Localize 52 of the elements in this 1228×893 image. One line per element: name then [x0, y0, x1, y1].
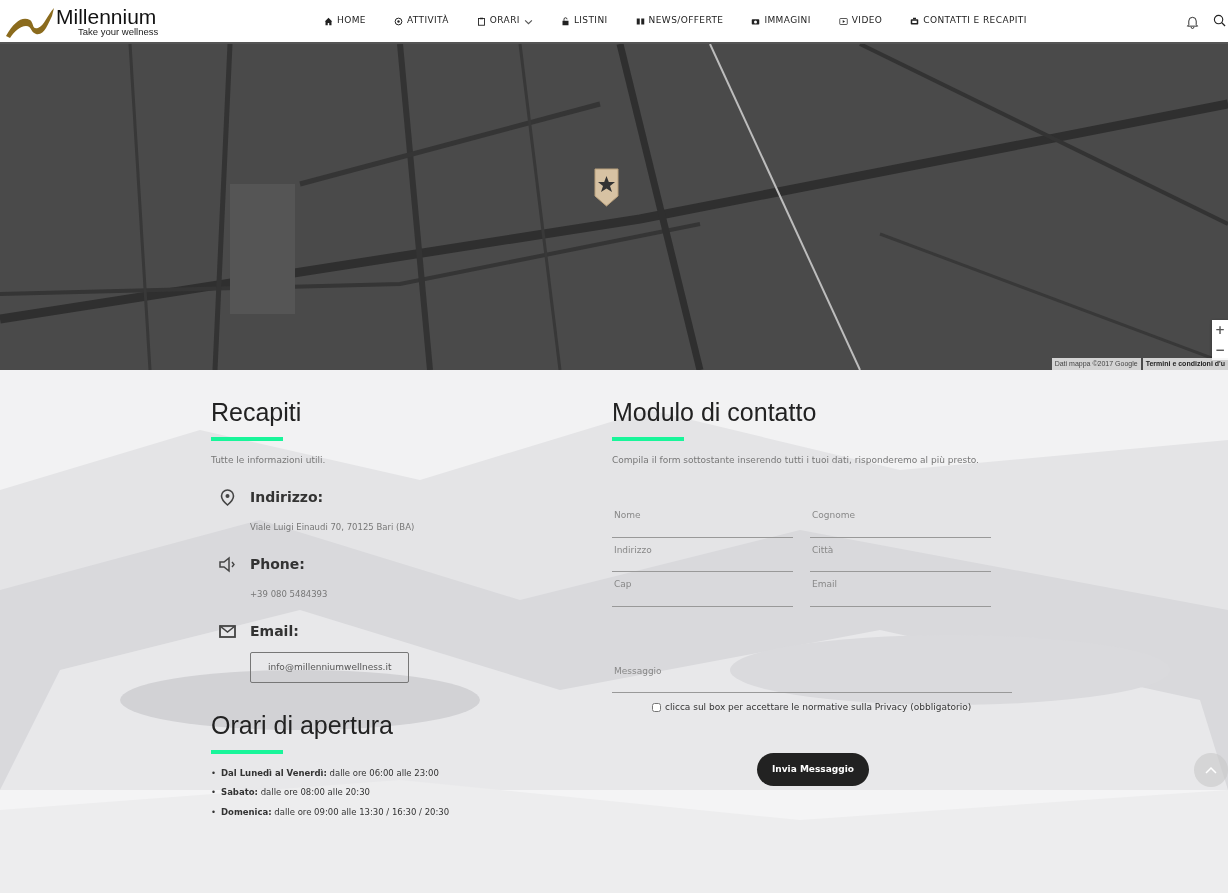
camera-icon — [751, 16, 761, 26]
nav-link[interactable]: CONTATTI E RECAPITI — [896, 14, 1041, 28]
contact-label: Phone: — [250, 554, 306, 574]
section-heading: Orari di apertura — [211, 710, 395, 741]
opening-hours-item: Sabato: dalle ore 08:00 alle 20:30 — [221, 786, 370, 799]
heading-underline — [211, 436, 283, 441]
contact-label: Email: — [250, 621, 300, 641]
nav-link[interactable]: NEWS/OFFERTE — [621, 14, 738, 28]
input-field[interactable]: Nome — [612, 503, 793, 538]
nav-link[interactable]: ATTIVITÀ — [379, 14, 463, 28]
email-button[interactable]: info@millenniumwellness.it — [250, 651, 410, 683]
logo-title: Millennium — [56, 5, 158, 27]
section-subtitle: Tutte le informazioni utili. — [211, 453, 327, 467]
nav-link[interactable]: ORARI — [462, 14, 547, 28]
bullet: • — [211, 766, 216, 780]
opening-hours-item: Dal Lunedì al Venerdì: dalle ore 06:00 alle 23:00 — [221, 766, 439, 780]
input-field[interactable]: Email — [810, 572, 991, 607]
nav-link[interactable]: VIDEO — [824, 14, 897, 28]
contact-value: +39 080 5484393 — [250, 587, 328, 601]
nav-link[interactable]: LISTINI — [546, 14, 622, 28]
logo-tagline: Take your wellness — [78, 26, 159, 37]
submit-button[interactable]: Invia Messaggio — [757, 752, 869, 786]
lock-icon — [560, 16, 570, 26]
contact-value: Viale Luigi Einaudi 70, 70125 Bari (BA) — [250, 521, 415, 534]
clipboard-icon — [476, 16, 486, 26]
section-heading: Recapiti — [211, 397, 303, 428]
play-icon — [838, 16, 848, 26]
heading-underline — [612, 436, 684, 441]
opening-hours-item: Domenica: dalle ore 09:00 alle 13:30 / 16:30 / 20:30 — [221, 806, 450, 819]
bullet: • — [211, 786, 216, 799]
privacy-checkbox[interactable] — [652, 703, 661, 713]
nav-link[interactable]: HOME — [310, 14, 380, 28]
target-icon — [393, 16, 403, 26]
home-icon — [324, 16, 333, 26]
location-pin-icon — [219, 489, 236, 506]
heading-underline — [211, 749, 283, 754]
privacy-label: clicca sul box per accettare le normative sulla Privacy (obbligatorio) — [665, 701, 972, 714]
input-field[interactable]: Indirizzo — [612, 537, 793, 572]
input-field[interactable]: Città — [810, 537, 991, 572]
message-field[interactable]: Messaggio — [612, 658, 1012, 693]
contact-label: Indirizzo: — [250, 488, 325, 507]
chevron-up-icon — [1205, 765, 1217, 775]
section-subtitle: Compila il form sottostante inserendo tutti i tuoi dati, risponderemo al più presto. — [612, 453, 980, 467]
search-icon[interactable] — [1213, 13, 1226, 27]
envelope-icon — [219, 622, 236, 640]
briefcase-icon — [910, 16, 920, 26]
nav-link[interactable]: IMMAGINI — [737, 14, 825, 28]
speaker-icon — [219, 555, 236, 573]
input-field[interactable]: Cap — [612, 572, 793, 607]
input-field[interactable]: Cognome — [810, 503, 991, 538]
bullet: • — [211, 806, 216, 819]
section-heading: Modulo di contatto — [612, 397, 818, 428]
